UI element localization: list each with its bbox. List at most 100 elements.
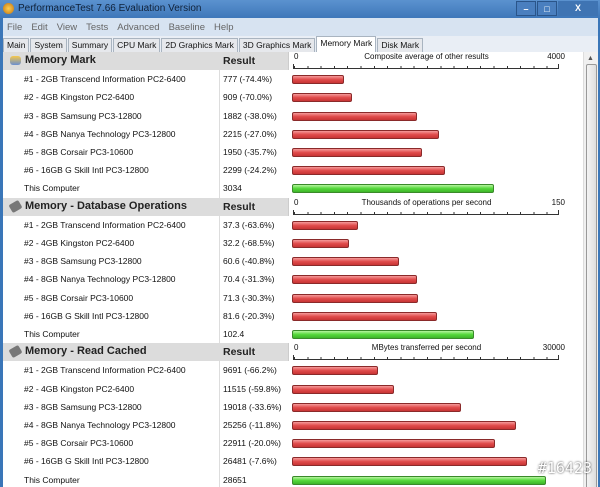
tab-3d-graphics-mark[interactable]: 3D Graphics Mark (238, 38, 316, 52)
menu-item-help[interactable]: Help (214, 22, 234, 33)
row-result: 777 (-74.4%) (223, 74, 273, 85)
tab-cpu-mark[interactable]: CPU Mark (113, 38, 161, 52)
menu-item-edit[interactable]: Edit (31, 22, 47, 33)
row-result: 28651 (223, 474, 247, 485)
section-header: Memory - Read Cached Result 0 MBytes transf… (3, 343, 583, 362)
tab-main[interactable]: Main (3, 38, 30, 52)
row-name: #5 - 8GB Corsair PC3-10600 (24, 292, 134, 303)
row-result: 25256 (-11.8%) (223, 420, 281, 430)
row-name: #3 - 8GB Samsung PC3-12800 (24, 401, 142, 412)
row-name: #1 - 2GB Transcend Information PC2-6400 (24, 365, 186, 376)
result-bar (292, 384, 395, 394)
row-name: #6 - 16GB G Skill Intl PC3-12800 (24, 165, 149, 176)
tab-summary[interactable]: Summary (67, 38, 113, 52)
maximize-button[interactable]: □ (537, 1, 557, 16)
chart-axis: 0 MBytes transferred per second 30000 (288, 343, 583, 362)
table-row[interactable]: #2 - 4GB Kingston PC2-6400 11515 (-59.8%) (3, 380, 583, 398)
row-result: 9691 (-66.2%) (223, 365, 277, 376)
axis-label: MBytes transferred per second (371, 343, 482, 353)
row-result: 26481 (-7.6%) (223, 456, 277, 467)
row-result: 19018 (-33.6%) (223, 401, 282, 412)
table-row[interactable]: #6 - 16GB G Skill Intl PC3-12800 2299 (-2… (3, 161, 583, 179)
result-bar (292, 220, 359, 230)
table-row[interactable]: #3 - 8GB Samsung PC3-12800 19018 (-33.6%) (3, 398, 583, 416)
row-name: #1 - 2GB Transcend Information PC2-6400 (24, 219, 186, 230)
result-column-header: Result (223, 346, 256, 359)
result-bar (292, 166, 445, 176)
result-bar (292, 311, 437, 321)
result-bar (292, 293, 419, 303)
result-bar (292, 239, 350, 248)
this-computer-bar (292, 184, 494, 194)
this-computer-bar (292, 330, 474, 339)
tab-disk-mark[interactable]: Disk Mark (377, 38, 424, 52)
section-header: Memory - Database Operations Result 0 Thous… (3, 197, 583, 216)
table-row[interactable]: #4 - 8GB Nanya Technology PC3-12800 70.4 … (3, 270, 583, 288)
menu-bar: File Edit View Tests Advanced Baseline Help (3, 18, 598, 36)
row-name: #2 - 4GB Kingston PC2-6400 (24, 238, 135, 248)
menu-item-tests[interactable]: Tests (86, 22, 108, 33)
row-name: #5 - 8GB Corsair PC3-10600 (24, 438, 134, 449)
row-result: 37.3 (-63.6%) (223, 219, 275, 230)
row-result: 2215 (-27.0%) (223, 128, 277, 139)
result-bar (292, 402, 461, 412)
table-row[interactable]: #4 - 8GB Nanya Technology PC3-12800 25256… (3, 416, 583, 434)
table-row[interactable]: #6 - 16GB G Skill Intl PC3-12800 81.6 (-2… (3, 307, 583, 325)
table-row[interactable]: #1 - 2GB Transcend Information PC2-6400 7… (3, 70, 583, 88)
result-bar (292, 75, 344, 85)
tab-system[interactable]: System (30, 38, 67, 52)
table-row[interactable]: #1 - 2GB Transcend Information PC2-6400 9… (3, 361, 583, 379)
result-bar (292, 257, 400, 267)
scrollbar-thumb[interactable] (586, 64, 597, 487)
close-button[interactable]: X (558, 1, 598, 16)
scroll-up-arrow-icon[interactable]: ▲ (587, 55, 594, 62)
axis-label: Composite average of other results (364, 52, 489, 61)
this-computer-row[interactable]: This Computer 102.4 (3, 325, 583, 343)
row-name: #4 - 8GB Nanya Technology PC3-12800 (24, 128, 176, 139)
tab-bar: Main System Summary CPU Mark 2D Graphics Mar… (3, 36, 598, 52)
menu-item-advanced[interactable]: Advanced (117, 22, 159, 33)
result-bar (292, 111, 418, 121)
row-name: #2 - 4GB Kingston PC2-6400 (24, 383, 135, 394)
axis-max-label: 150 (551, 197, 565, 207)
table-row[interactable]: #2 - 4GB Kingston PC2-6400 32.2 (-68.5%) (3, 234, 583, 252)
result-bar (292, 421, 516, 430)
table-row[interactable]: #4 - 8GB Nanya Technology PC3-12800 2215 … (3, 125, 583, 143)
table-row[interactable]: #3 - 8GB Samsung PC3-12800 1882 (-38.0%) (3, 107, 583, 125)
table-row[interactable]: #2 - 4GB Kingston PC2-6400 909 (-70.0%) (3, 88, 583, 106)
minimize-button[interactable]: – (516, 1, 536, 16)
row-name: This Computer (24, 183, 80, 194)
result-bar (292, 275, 417, 285)
tab-memory-mark[interactable]: Memory Mark (316, 36, 377, 52)
vertical-scrollbar[interactable]: ▲ (583, 52, 598, 487)
row-name: #1 - 2GB Transcend Information PC2-6400 (24, 74, 186, 85)
tab-2d-graphics-mark[interactable]: 2D Graphics Mark (161, 38, 238, 52)
row-result: 909 (-70.0%) (223, 92, 273, 103)
section-title: Memory - Read Cached (25, 345, 147, 358)
row-result: 3034 (223, 183, 242, 194)
this-computer-row[interactable]: This Computer 3034 (3, 179, 583, 197)
row-result: 11515 (-59.8%) (223, 383, 281, 394)
table-row[interactable]: #1 - 2GB Transcend Information PC2-6400 3… (3, 216, 583, 234)
table-row[interactable]: #5 - 8GB Corsair PC3-10600 71.3 (-30.3%) (3, 289, 583, 307)
axis-ticks (293, 355, 559, 361)
table-row[interactable]: #6 - 16GB G Skill Intl PC3-12800 26481 (-… (3, 452, 583, 470)
table-row[interactable]: #3 - 8GB Samsung PC3-12800 60.6 (-40.8%) (3, 252, 583, 270)
menu-item-file[interactable]: File (7, 22, 22, 33)
this-computer-row[interactable]: This Computer 28651 (3, 471, 583, 487)
row-result: 70.4 (-31.3%) (223, 274, 275, 285)
row-result: 32.2 (-68.5%) (223, 238, 275, 248)
table-row[interactable]: #5 - 8GB Corsair PC3-10600 1950 (-35.7%) (3, 143, 583, 161)
this-computer-bar (292, 475, 547, 485)
row-result: 1882 (-38.0%) (223, 110, 277, 121)
row-result: 60.6 (-40.8%) (223, 256, 275, 267)
row-name: #6 - 16GB G Skill Intl PC3-12800 (24, 456, 149, 467)
menu-item-view[interactable]: View (57, 22, 77, 33)
menu-item-baseline[interactable]: Baseline (169, 22, 205, 33)
row-name: #6 - 16GB G Skill Intl PC3-12800 (24, 310, 149, 321)
table-row[interactable]: #5 - 8GB Corsair PC3-10600 22911 (-20.0%) (3, 434, 583, 452)
memory-stick-icon (8, 345, 23, 359)
watermark: #16423 (537, 459, 592, 477)
axis-max-label: 30000 (542, 343, 565, 353)
row-result: 81.6 (-20.3%) (223, 310, 275, 321)
